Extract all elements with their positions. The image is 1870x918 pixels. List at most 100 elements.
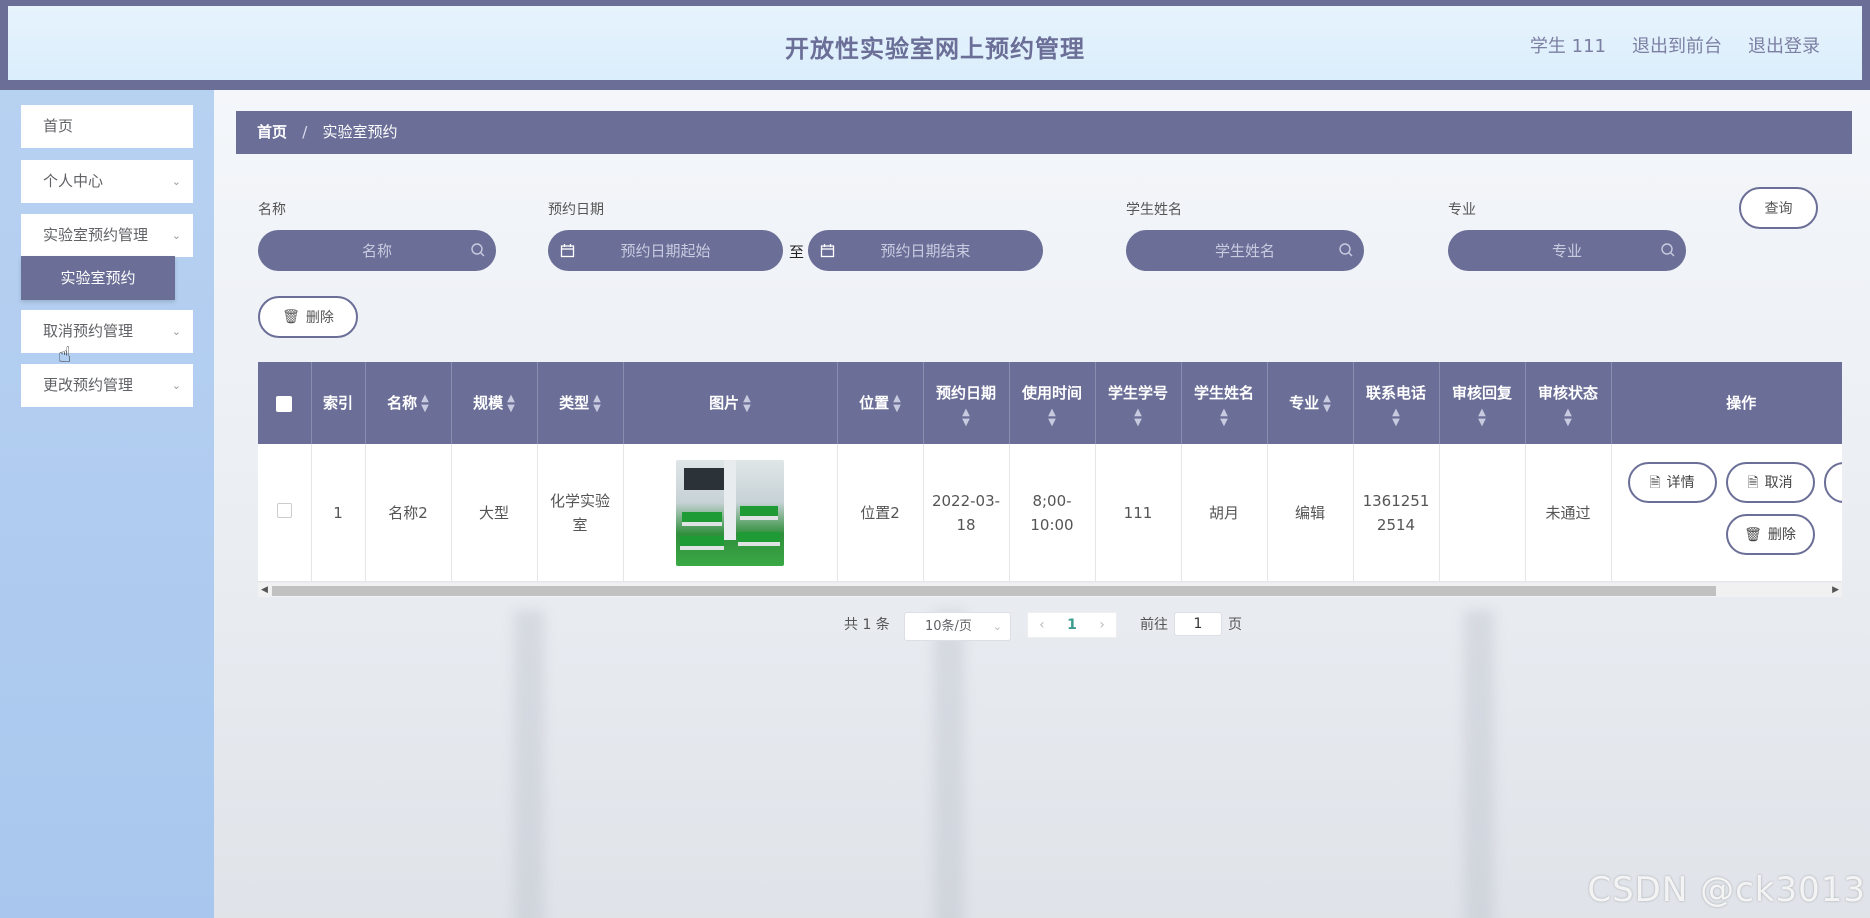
lab-photo-bench bbox=[682, 511, 722, 526]
detail-button[interactable]: 🗎 详情 bbox=[1627, 462, 1717, 503]
date-end-input[interactable]: 预约日期结束 bbox=[808, 230, 1043, 271]
select-all-checkbox-cell[interactable] bbox=[258, 362, 312, 444]
sort-icon[interactable]: ▲ ▼ bbox=[507, 393, 515, 414]
col-header-reply[interactable]: 审核回复 ▲ ▼ bbox=[1439, 362, 1526, 444]
page-suffix: 页 bbox=[1228, 617, 1242, 633]
cell-student-name: 胡月 bbox=[1181, 444, 1268, 582]
col-header-phone[interactable]: 联系电话 ▲ ▼ bbox=[1353, 362, 1440, 444]
col-header-location[interactable]: 位置 ▲ ▼ bbox=[837, 362, 924, 444]
col-header-label: 学生姓名 bbox=[1193, 384, 1254, 402]
horizontal-scrollbar[interactable]: ◀ ▶ bbox=[258, 583, 1842, 597]
row-checkbox-cell[interactable] bbox=[258, 444, 312, 582]
current-user: 学生 111 bbox=[1529, 36, 1606, 57]
student-name-search-input[interactable]: 学生姓名 bbox=[1126, 230, 1364, 271]
col-header-scale[interactable]: 规模 ▲ ▼ bbox=[451, 362, 538, 444]
col-header-status[interactable]: 审核状态 ▲ ▼ bbox=[1525, 362, 1612, 444]
col-header-image[interactable]: 图片 ▲ ▼ bbox=[623, 362, 838, 444]
sidebar-item-label: 取消预约管理 bbox=[43, 322, 134, 340]
chevron-down-icon: ⌄ bbox=[171, 379, 181, 392]
cell-date: 2022-03-18 bbox=[923, 444, 1010, 582]
calendar-icon bbox=[560, 244, 575, 258]
background-decoration bbox=[934, 610, 964, 918]
sort-icon[interactable]: ▲ ▼ bbox=[893, 393, 901, 414]
row-actions: 🗎 详情 🗎 取消 🗑 删除 bbox=[1612, 444, 1842, 581]
more-action-button[interactable] bbox=[1823, 462, 1842, 503]
watermark: CSDN @ck3013 bbox=[1587, 870, 1866, 910]
col-header-student-id[interactable]: 学生学号 ▲ ▼ bbox=[1095, 362, 1182, 444]
breadcrumb: 首页 / 实验室预约 bbox=[236, 111, 1852, 154]
col-header-label: 位置 bbox=[859, 394, 890, 412]
scroll-right-icon[interactable]: ▶ bbox=[1832, 583, 1839, 597]
col-header-label: 名称 bbox=[387, 394, 418, 412]
col-header-label: 审核状态 bbox=[1537, 384, 1598, 402]
booking-table: 索引 名称 ▲ ▼ 规模 ▲ ▼ 类型 ▲ ▼ 图片 ▲ ▼ 位置 ▲ ▼ 预约日期 ▲ ▼ 使用时间 ▲… bbox=[258, 362, 1842, 596]
date-start-input[interactable]: 预约日期起始 bbox=[548, 230, 783, 271]
major-search-input[interactable]: 专业 bbox=[1448, 230, 1686, 271]
scroll-left-icon[interactable]: ◀ bbox=[261, 583, 268, 597]
student-name-label: 学生姓名 bbox=[1126, 202, 1182, 218]
name-search-input[interactable]: 名称 bbox=[258, 230, 496, 271]
table-header-row: 索引 名称 ▲ ▼ 规模 ▲ ▼ 类型 ▲ ▼ 图片 ▲ ▼ 位置 ▲ ▼ 预约日期 ▲ ▼ 使用时间 ▲… bbox=[258, 362, 1842, 444]
col-header-type[interactable]: 类型 ▲ ▼ bbox=[537, 362, 624, 444]
delete-row-button-label: 删除 bbox=[1767, 526, 1796, 543]
cell-name: 名称2 bbox=[365, 444, 452, 582]
breadcrumb-home[interactable]: 首页 bbox=[257, 123, 287, 141]
background-decoration bbox=[1464, 610, 1494, 918]
sort-icon[interactable]: ▲ ▼ bbox=[1444, 408, 1521, 428]
sort-icon[interactable]: ▲ ▼ bbox=[1100, 408, 1177, 428]
sort-icon[interactable]: ▲ ▼ bbox=[928, 408, 1005, 428]
row-checkbox[interactable] bbox=[276, 502, 292, 518]
sidebar-subitem-lab-booking[interactable]: 实验室预约 bbox=[21, 256, 175, 300]
sidebar-item-cancel-booking-management[interactable]: 取消预约管理 ⌄ bbox=[21, 310, 193, 353]
pager: ‹ 1 › bbox=[1027, 612, 1117, 638]
logout-link[interactable]: 退出登录 bbox=[1748, 32, 1820, 58]
sidebar-item-home[interactable]: 首页 bbox=[21, 105, 193, 148]
delete-row-button[interactable]: 🗑 删除 bbox=[1725, 514, 1815, 555]
sort-icon[interactable]: ▲ ▼ bbox=[1014, 408, 1091, 428]
col-header-label: 预约日期 bbox=[935, 384, 996, 402]
col-header-student-name[interactable]: 学生姓名 ▲ ▼ bbox=[1181, 362, 1268, 444]
sort-icon[interactable]: ▲ ▼ bbox=[1323, 393, 1331, 414]
col-header-name[interactable]: 名称 ▲ ▼ bbox=[365, 362, 452, 444]
goto-page-input[interactable]: 1 bbox=[1174, 612, 1222, 636]
cancel-button[interactable]: 🗎 取消 bbox=[1725, 462, 1815, 503]
back-to-front-link[interactable]: 退出到前台 bbox=[1632, 32, 1722, 58]
sidebar-item-label: 实验室预约管理 bbox=[43, 226, 149, 244]
select-all-checkbox[interactable] bbox=[276, 395, 293, 412]
current-page[interactable]: 1 bbox=[1067, 617, 1077, 633]
sidebar-item-lab-booking-management[interactable]: 实验室预约管理 ⌄ bbox=[21, 214, 193, 257]
scrollbar-thumb[interactable] bbox=[272, 586, 1716, 596]
page-size-select[interactable]: 10条/页 ⌄ bbox=[904, 612, 1011, 641]
pagination-total: 共 1 条 bbox=[844, 617, 890, 633]
chevron-down-icon: ⌄ bbox=[171, 175, 181, 188]
sidebar-item-change-booking-management[interactable]: 更改预约管理 ⌄ bbox=[21, 364, 193, 407]
sort-icon[interactable]: ▲ ▼ bbox=[593, 393, 601, 414]
batch-delete-label: 删除 bbox=[305, 310, 334, 326]
next-page-icon[interactable]: › bbox=[1099, 617, 1105, 633]
col-header-time[interactable]: 使用时间 ▲ ▼ bbox=[1009, 362, 1096, 444]
col-header-index: 索引 bbox=[311, 362, 366, 444]
date-range-to: 至 bbox=[789, 243, 805, 261]
sidebar-item-personal-center[interactable]: 个人中心 ⌄ bbox=[21, 160, 193, 203]
col-header-date[interactable]: 预约日期 ▲ ▼ bbox=[923, 362, 1010, 444]
sidebar-item-label: 首页 bbox=[43, 117, 74, 135]
background-decoration bbox=[514, 610, 544, 918]
sort-icon[interactable]: ▲ ▼ bbox=[743, 393, 751, 414]
sort-icon[interactable]: ▲ ▼ bbox=[421, 393, 429, 414]
chevron-down-icon: ⌄ bbox=[171, 229, 181, 242]
prev-page-icon[interactable]: ‹ bbox=[1039, 617, 1045, 633]
col-header-major[interactable]: 专业 ▲ ▼ bbox=[1267, 362, 1354, 444]
cell-reply bbox=[1439, 444, 1526, 582]
lab-photo[interactable] bbox=[676, 459, 784, 566]
batch-delete-button[interactable]: 🗑 删除 bbox=[258, 296, 358, 338]
trash-icon: 🗑 bbox=[1744, 526, 1762, 543]
query-button[interactable]: 查询 bbox=[1739, 187, 1818, 229]
cell-status: 未通过 bbox=[1525, 444, 1612, 582]
col-header-label: 图片 bbox=[709, 394, 740, 412]
sort-icon[interactable]: ▲ ▼ bbox=[1530, 408, 1607, 428]
lab-photo-board bbox=[684, 467, 724, 490]
top-header: 开放性实验室网上预约管理 学生 111 退出到前台 退出登录 bbox=[0, 0, 1870, 90]
sidebar-item-label: 个人中心 bbox=[43, 172, 104, 190]
sort-icon[interactable]: ▲ ▼ bbox=[1186, 408, 1263, 428]
sort-icon[interactable]: ▲ ▼ bbox=[1358, 408, 1435, 428]
